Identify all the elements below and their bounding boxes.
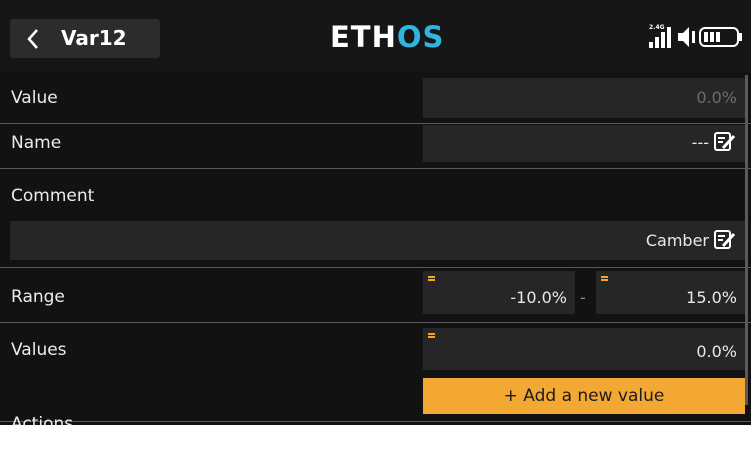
- divider: [0, 123, 751, 124]
- divider: [0, 267, 751, 268]
- range-label: Range: [11, 287, 65, 307]
- range-max-field[interactable]: 15.0%: [596, 271, 745, 314]
- divider: [0, 168, 751, 169]
- name-field[interactable]: ---: [423, 125, 745, 162]
- page-title: Var12: [61, 26, 127, 50]
- value-label: Value: [11, 88, 58, 108]
- band-label: 2.4G: [649, 24, 665, 31]
- status-icons: 2.4G: [648, 24, 743, 54]
- add-new-value-button[interactable]: + Add a new value: [423, 378, 745, 414]
- chevron-left-icon[interactable]: [26, 28, 40, 54]
- drag-handle-icon: [428, 276, 435, 282]
- values-label: Values: [11, 340, 67, 360]
- logo-suffix: OS: [396, 20, 445, 54]
- scrollbar[interactable]: [745, 75, 748, 405]
- actions-label: Actions: [11, 414, 74, 425]
- value-text: 0.0%: [696, 88, 737, 107]
- drag-handle-icon: [601, 276, 608, 282]
- range-separator: -: [580, 288, 586, 307]
- values-field[interactable]: 0.0%: [423, 328, 745, 370]
- edit-icon[interactable]: [714, 132, 736, 157]
- range-min-field[interactable]: -10.0%: [423, 271, 575, 314]
- range-max-value: 15.0%: [686, 288, 737, 307]
- values-value: 0.0%: [696, 342, 737, 361]
- ethos-logo: ETHOS: [330, 20, 444, 54]
- logo-prefix: ETH: [330, 20, 397, 54]
- name-value: ---: [691, 133, 709, 152]
- name-label: Name: [11, 133, 62, 153]
- back-title-button[interactable]: Var12: [10, 19, 160, 58]
- edit-icon[interactable]: [714, 230, 736, 255]
- battery-icon: [699, 27, 742, 47]
- divider: [0, 421, 751, 422]
- comment-label: Comment: [11, 186, 95, 206]
- drag-handle-icon: [428, 333, 435, 339]
- speaker-icon: [678, 27, 695, 47]
- range-min-value: -10.0%: [510, 288, 567, 307]
- value-display: 0.0%: [423, 78, 745, 118]
- signal-icon: 2.4G: [649, 24, 671, 48]
- comment-value: Camber: [645, 231, 709, 250]
- divider: [0, 322, 751, 323]
- comment-field[interactable]: Camber: [10, 221, 745, 260]
- top-bar: Var12 ETHOS 2.4G: [0, 0, 751, 72]
- screen: Var12 ETHOS 2.4G Value 0.0% Name --- Com…: [0, 0, 751, 425]
